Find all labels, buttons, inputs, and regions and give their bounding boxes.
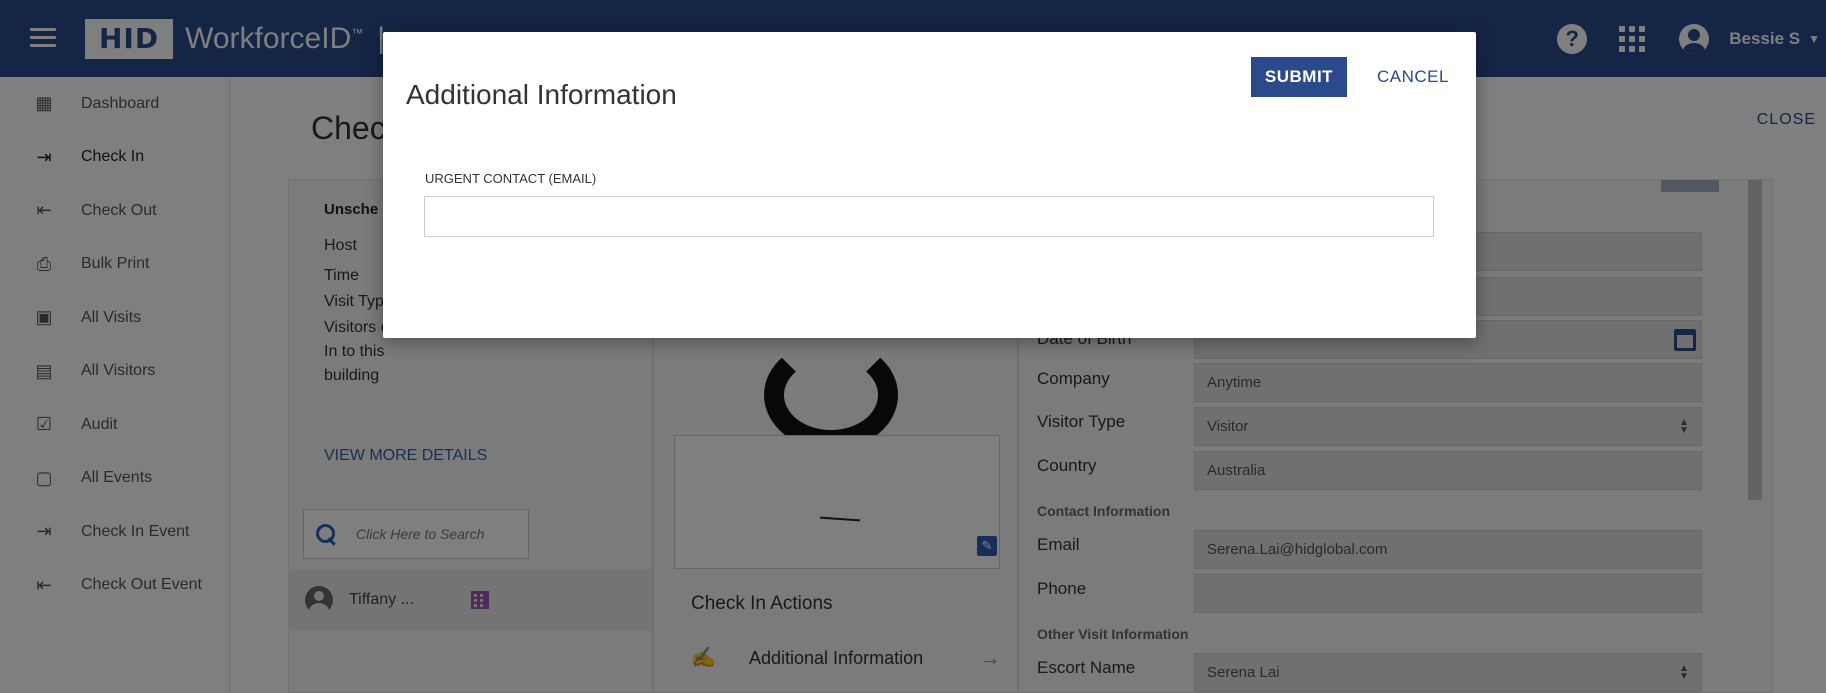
additional-information-dialog: Additional Information SUBMIT CANCEL URG…	[383, 32, 1476, 338]
submit-button[interactable]: SUBMIT	[1251, 57, 1347, 97]
dialog-title: Additional Information	[406, 79, 677, 110]
urgent-contact-email-field[interactable]	[424, 196, 1434, 237]
cancel-button[interactable]: CANCEL	[1365, 57, 1461, 97]
urgent-contact-label: URGENT CONTACT (EMAIL)	[425, 171, 597, 186]
